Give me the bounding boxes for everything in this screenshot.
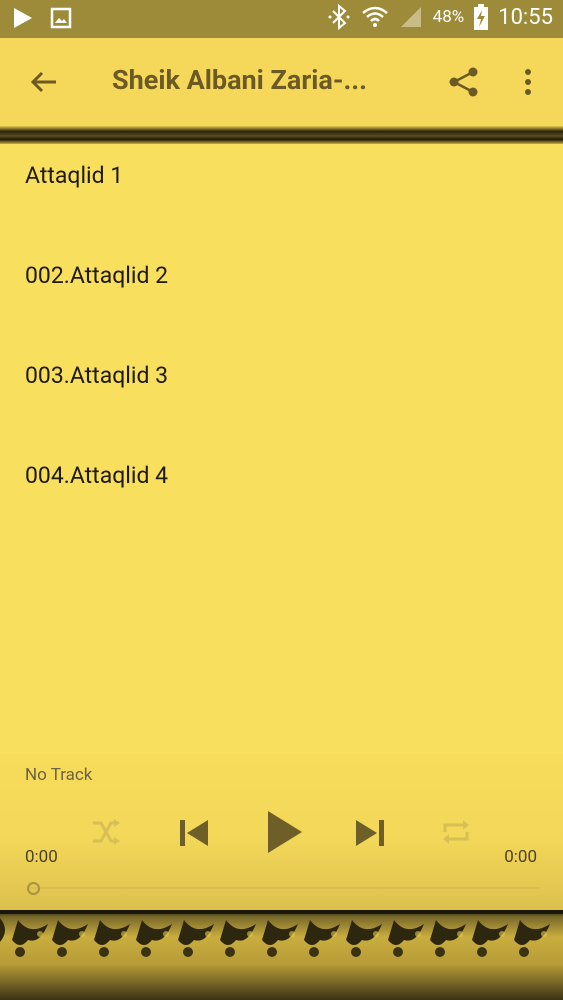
- track-label: Attaqlid 1: [25, 162, 124, 189]
- page-title: Sheik Albani Zaria-...: [112, 64, 367, 96]
- back-arrow-icon: [30, 71, 56, 93]
- back-button[interactable]: [22, 60, 66, 104]
- repeat-icon: [443, 820, 469, 844]
- ornamental-border: [0, 910, 563, 1000]
- next-button[interactable]: [348, 812, 392, 854]
- shuffle-button[interactable]: [88, 814, 124, 850]
- skip-next-icon: [356, 820, 384, 846]
- track-item[interactable]: 003.Attaqlid 3: [0, 344, 563, 444]
- app-bar: Sheik Albani Zaria-...: [0, 38, 563, 126]
- signal-icon: [400, 7, 421, 27]
- battery-charging-icon: [474, 4, 489, 30]
- track-item[interactable]: 002.Attaqlid 2: [0, 244, 563, 344]
- skip-previous-icon: [180, 820, 208, 846]
- seek-bar[interactable]: [27, 881, 539, 895]
- ornament-pattern: [0, 910, 563, 957]
- now-playing-label: No Track: [25, 765, 93, 785]
- share-button[interactable]: [442, 60, 486, 104]
- more-options-button[interactable]: [508, 60, 548, 104]
- header-divider: [0, 126, 563, 144]
- bluetooth-icon: [328, 4, 350, 30]
- track-label: 003.Attaqlid 3: [25, 362, 169, 389]
- status-left-icons: [12, 6, 72, 30]
- play-store-icon: [14, 8, 32, 28]
- track-list: Attaqlid 1 002.Attaqlid 2 003.Attaqlid 3…: [0, 144, 563, 754]
- play-icon: [268, 811, 302, 853]
- media-player: No Track 0:00 0:00: [0, 754, 563, 910]
- shuffle-icon: [93, 819, 120, 845]
- elapsed-time: 0:00: [25, 847, 58, 867]
- seek-thumb[interactable]: [27, 882, 40, 895]
- status-bar: 48% 10:55: [0, 0, 563, 38]
- play-button[interactable]: [259, 804, 311, 860]
- seek-track: [27, 887, 539, 889]
- track-item[interactable]: 004.Attaqlid 4: [0, 444, 563, 544]
- wifi-icon: [361, 6, 388, 27]
- more-vert-icon: [525, 69, 531, 95]
- total-duration: 0:00: [504, 847, 537, 867]
- battery-percent: 48%: [432, 7, 465, 27]
- clock: 10:55: [498, 4, 553, 30]
- repeat-button[interactable]: [438, 814, 474, 850]
- image-icon: [50, 7, 72, 29]
- status-right-icons: 48% 10:55: [327, 4, 553, 30]
- track-label: 002.Attaqlid 2: [25, 262, 169, 289]
- track-label: 004.Attaqlid 4: [25, 462, 169, 489]
- track-item[interactable]: Attaqlid 1: [0, 144, 563, 244]
- share-icon: [449, 67, 478, 97]
- previous-button[interactable]: [172, 812, 216, 854]
